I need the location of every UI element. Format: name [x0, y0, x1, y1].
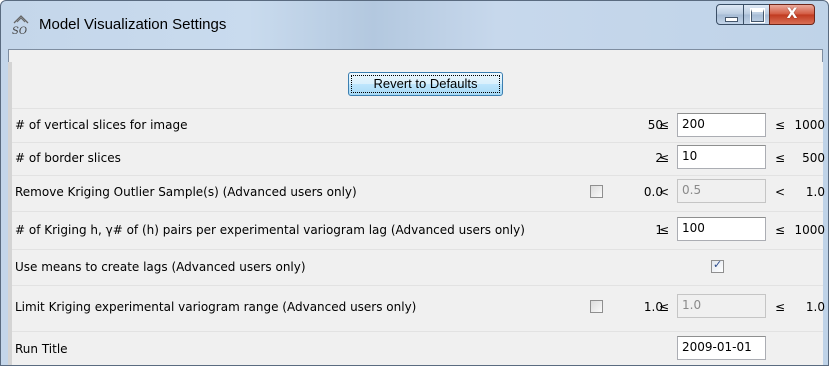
limit-range-op1: ≤: [658, 300, 670, 314]
limit-range-max: 1.0: [805, 300, 825, 314]
limit-range-checkbox[interactable]: [590, 300, 603, 313]
vertical-slices-input[interactable]: 200: [677, 113, 766, 137]
app-icon: SO: [12, 15, 29, 36]
window-title: Model Visualization Settings: [39, 16, 227, 33]
run-title-label: Run Title: [15, 342, 68, 356]
border-slices-max: 500: [802, 151, 825, 165]
maximize-button[interactable]: [743, 4, 770, 25]
remove-outliers-op1: <: [658, 185, 670, 199]
use-means-label: Use means to create lags (Advanced users…: [15, 260, 306, 274]
maximize-icon: [750, 8, 765, 23]
border-slices-label: # of border slices: [15, 151, 121, 165]
settings-window: SO Model Visualization Settings X Revert…: [0, 0, 829, 366]
svg-text:SO: SO: [12, 26, 27, 36]
limit-range-label: Limit Kriging experimental variogram ran…: [15, 300, 417, 314]
kriging-pairs-label: # of Kriging h, γ# of (h) pairs per expe…: [15, 223, 525, 237]
kriging-pairs-input[interactable]: 100: [677, 217, 766, 241]
border-slices-op1: ≤: [658, 151, 670, 165]
remove-outliers-input[interactable]: 0.5: [677, 179, 766, 203]
border-slices-input[interactable]: 10: [677, 145, 766, 169]
use-means-checkbox[interactable]: [711, 258, 724, 273]
remove-outliers-checkbox[interactable]: [590, 185, 603, 198]
vertical-slices-label: # of vertical slices for image: [15, 118, 188, 132]
vertical-slices-max: 1000: [794, 118, 825, 132]
minimize-button[interactable]: [716, 4, 744, 25]
limit-range-input[interactable]: 1.0: [677, 294, 766, 318]
vertical-slices-op1: ≤: [658, 118, 670, 132]
close-icon: X: [786, 6, 798, 22]
revert-to-defaults-button[interactable]: Revert to Defaults: [348, 72, 503, 96]
minimize-icon: [725, 17, 738, 22]
title-bar[interactable]: SO Model Visualization Settings X: [1, 1, 828, 49]
kriging-pairs-op1: ≤: [658, 223, 670, 237]
run-title-input[interactable]: 2009-01-01: [677, 336, 766, 360]
remove-outliers-label: Remove Kriging Outlier Sample(s) (Advanc…: [15, 185, 357, 199]
remove-outliers-max: 1.0: [805, 185, 825, 199]
kriging-pairs-max: 1000: [794, 223, 825, 237]
close-button[interactable]: X: [769, 4, 815, 25]
